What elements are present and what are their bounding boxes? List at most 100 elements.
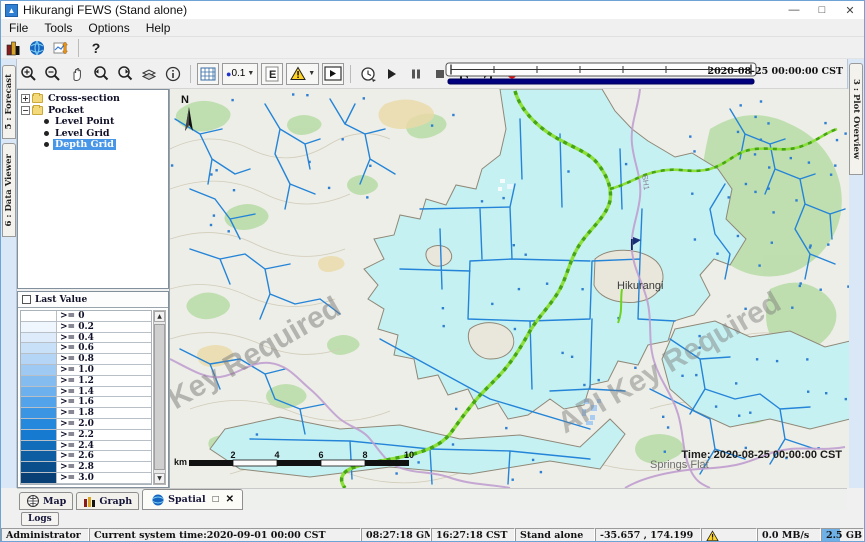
tab-plot-overview[interactable]: 3 : Plot Overview [849,63,863,175]
tab-forecast[interactable]: 5 : Forecast [2,65,16,139]
menu-options[interactable]: Options [80,19,137,36]
tab-close-icon[interactable]: ✕ [226,494,234,505]
boxed-play-icon [324,66,342,81]
scrollbar-thumb[interactable] [154,324,165,470]
tree-node-level-grid[interactable]: Level Grid [18,128,168,140]
bullet-icon [44,119,49,124]
tab-data-viewer[interactable]: 6 : Data Viewer [2,143,16,237]
legend-swatch [21,430,57,440]
legend-row[interactable]: >= 1.4 [21,387,151,398]
zoom-next-button[interactable] [114,63,136,85]
map-canvas[interactable]: API Key Required API Key Required Hikura… [169,89,849,488]
zoom-previous-button[interactable] [90,63,112,85]
legend-label: >= 0.2 [57,322,97,332]
legend-swatch [21,484,57,485]
island [594,250,663,302]
legend-row[interactable]: >= 1.8 [21,408,151,419]
scroll-down-icon[interactable]: ▼ [154,473,165,484]
legend-row[interactable]: >= 2.6 [21,451,151,462]
tree-node-cross-section[interactable]: + Cross-section [18,93,168,105]
spatial-globe-icon [151,493,165,507]
zoom-out-button[interactable] [42,63,64,85]
globe-icon [28,39,46,57]
legend-label: >= 0 [57,311,87,321]
tree-node-depth-grid[interactable]: Depth Grid [18,139,168,151]
tree-node-label[interactable]: Level Grid [53,128,112,139]
tab-map[interactable]: Map [19,492,73,510]
legend-row[interactable]: >= 0 [21,311,151,322]
legend-row[interactable]: >= 3.2 [21,484,151,485]
chevron-down-icon: ▼ [247,70,254,77]
layers-button[interactable] [138,63,160,85]
map-svg: API Key Required API Key Required Hikura… [170,89,849,488]
status-mode-text: Stand alone [520,530,583,541]
tab-map-label: Map [43,496,66,507]
zoom-in-icon [20,65,38,83]
info-icon [164,65,182,83]
legend-row[interactable]: >= 0.2 [21,322,151,333]
map-time-label: Time: 2020-08-25 00:00:00 CST [681,449,842,461]
warning-triangle-icon [290,66,306,81]
grid-display-button[interactable] [197,63,219,85]
animation-window-button[interactable] [322,63,344,85]
legend-row[interactable]: >= 1.6 [21,397,151,408]
play-button[interactable] [381,63,403,85]
zoom-previous-icon [92,65,110,83]
tree-node-level-point[interactable]: Level Point [18,116,168,128]
collapse-icon[interactable]: − [21,106,30,115]
menu-tools[interactable]: Tools [36,19,80,36]
tab-graph[interactable]: Graph [76,492,139,510]
legend-row[interactable]: >= 1.2 [21,376,151,387]
last-value-checkbox[interactable] [22,295,31,304]
tab-spatial[interactable]: Spatial □ ✕ [142,489,243,510]
legend-row[interactable]: >= 1.0 [21,365,151,376]
animation-settings-button[interactable] [357,63,379,85]
legend-row[interactable]: >= 3.0 [21,473,151,484]
grid-icon [200,66,216,82]
expand-icon[interactable]: + [21,94,30,103]
legend-row[interactable]: >= 2.0 [21,419,151,430]
tree-node-label[interactable]: Cross-section [46,93,122,104]
status-warning[interactable] [701,528,757,542]
tree-node-pocket[interactable]: − Pocket [18,105,168,117]
status-memory: 2.5 GB [821,528,864,542]
legend-row[interactable]: >= 0.8 [21,354,151,365]
tree-node-label[interactable]: Pocket [46,105,86,116]
window-title: Hikurangi FEWS (Stand alone) [23,3,187,17]
legend-scrollbar[interactable]: ▲ ▼ [153,310,166,485]
pause-icon [409,67,423,81]
legend-swatch [21,354,57,364]
close-button[interactable]: ✕ [836,1,864,19]
menu-file[interactable]: File [1,19,36,36]
timeseries-display-button[interactable] [50,37,72,59]
legend-label: >= 3.2 [57,484,97,485]
layers-icon [140,65,158,83]
legend-row[interactable]: >= 2.2 [21,430,151,441]
tree-node-label-selected[interactable]: Depth Grid [53,139,116,150]
toolbar-separator [190,65,191,83]
contour-interval-dropdown[interactable]: ● 0.1 ▼ [222,63,258,85]
legend-row[interactable]: >= 0.6 [21,343,151,354]
help-button[interactable]: ? [85,37,107,59]
database-display-button[interactable] [2,37,24,59]
maximize-button[interactable]: □ [808,1,836,19]
legend-row[interactable]: >= 0.4 [21,333,151,344]
scroll-up-icon[interactable]: ▲ [154,311,165,322]
warning-threshold-dropdown[interactable]: ▼ [286,63,319,85]
tab-data-viewer-label: 6 : Data Viewer [4,154,14,227]
info-button[interactable] [162,63,184,85]
minimize-button[interactable]: — [780,1,808,19]
display-tab-bar: Map Graph Spatial □ ✕ [17,488,847,510]
legend-row[interactable]: >= 2.4 [21,441,151,452]
interval-value: 0.1 [231,68,245,79]
pan-button[interactable] [66,63,88,85]
tree-node-label[interactable]: Level Point [53,116,116,127]
label-toggle-button[interactable]: E [261,63,283,85]
pause-button[interactable] [405,63,427,85]
menu-help[interactable]: Help [138,19,179,36]
logs-button[interactable]: Logs [21,512,59,526]
zoom-in-button[interactable] [18,63,40,85]
legend-row[interactable]: >= 2.8 [21,462,151,473]
spatial-display-button[interactable] [26,37,48,59]
tab-maximize-icon[interactable]: □ [213,494,219,505]
